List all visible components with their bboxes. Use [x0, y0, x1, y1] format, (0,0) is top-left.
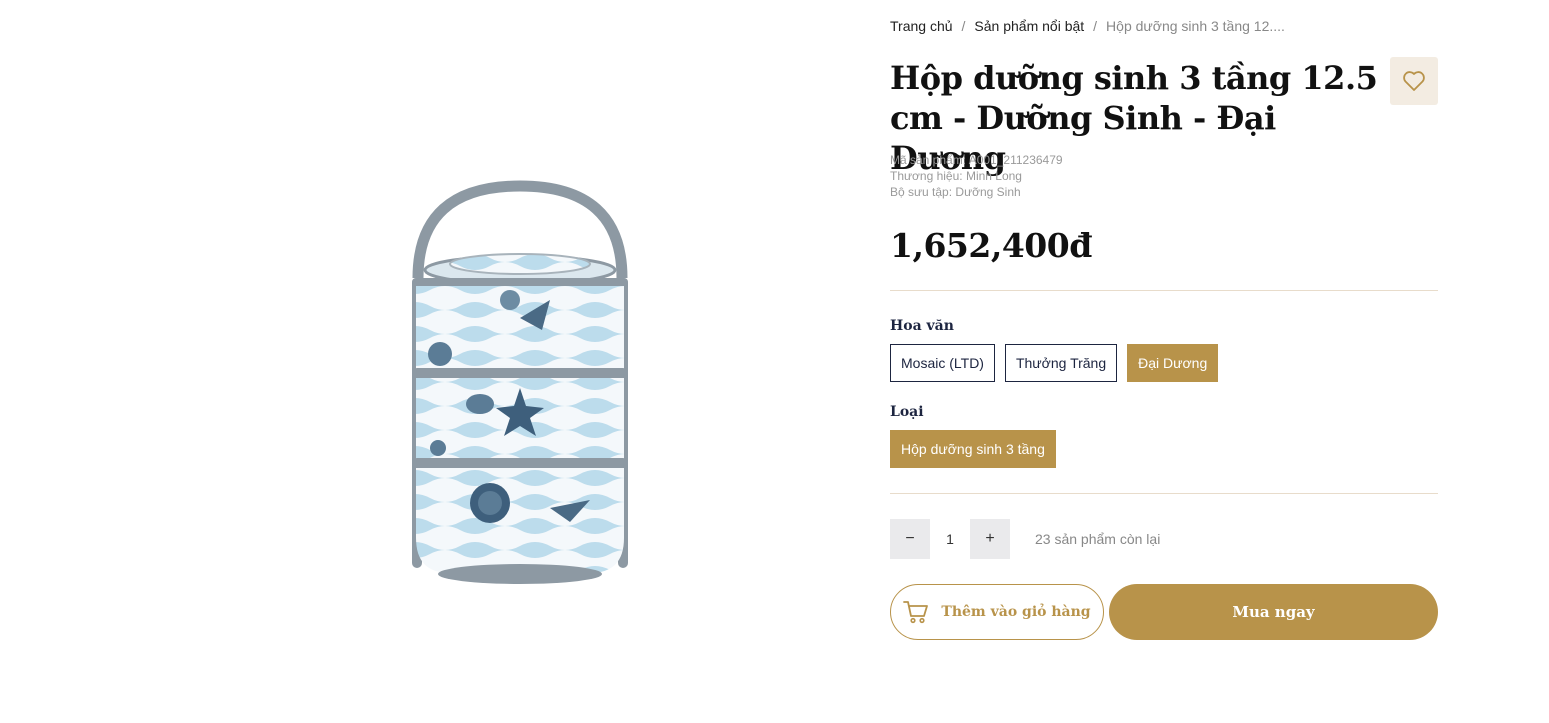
type-option-3-tier[interactable]: Hộp dưỡng sinh 3 tầng — [890, 430, 1056, 468]
divider — [890, 493, 1438, 494]
cart-icon — [903, 601, 929, 624]
product-brand: Thương hiệu: Minh Long — [890, 169, 1022, 183]
product-price: 1,652,400đ — [890, 226, 1092, 265]
heart-icon — [1403, 71, 1425, 91]
product-meta: Mã sản phẩm: A001_211236479 Thương hiệu:… — [890, 152, 1063, 200]
buy-now-button[interactable]: Mua ngay — [1109, 584, 1438, 640]
add-to-cart-label: Thêm vào giỏ hàng — [941, 604, 1091, 620]
quantity-decrease-button[interactable]: − — [890, 519, 930, 559]
breadcrumb: Trang chủ / Sản phẩm nổi bật / Hộp dưỡng… — [890, 18, 1285, 34]
stock-remaining: 23 sản phẩm còn lại — [1035, 531, 1161, 547]
breadcrumb-current: Hộp dưỡng sinh 3 tầng 12.... — [1106, 18, 1285, 34]
pattern-option-dai-duong[interactable]: Đại Dương — [1127, 344, 1219, 382]
favorite-button[interactable] — [1390, 57, 1438, 105]
type-label: Loại — [890, 404, 924, 420]
breadcrumb-separator: / — [961, 18, 966, 34]
add-to-cart-button[interactable]: Thêm vào giỏ hàng — [890, 584, 1104, 640]
pattern-option-mosaic[interactable]: Mosaic (LTD) — [890, 344, 995, 382]
type-options: Hộp dưỡng sinh 3 tầng — [890, 430, 1056, 468]
pattern-option-thuong-trang[interactable]: Thưởng Trăng — [1004, 344, 1118, 382]
product-gallery — [0, 0, 860, 723]
breadcrumb-separator: / — [1093, 18, 1098, 34]
quantity-stepper: − 1 + 23 sản phẩm còn lại — [890, 519, 1160, 559]
product-image[interactable] — [400, 178, 640, 588]
pattern-label: Hoa văn — [890, 318, 954, 334]
divider — [890, 290, 1438, 291]
breadcrumb-category[interactable]: Sản phẩm nổi bật — [974, 18, 1084, 34]
buy-now-label: Mua ngay — [1232, 603, 1315, 621]
pattern-options: Mosaic (LTD) Thưởng Trăng Đại Dương — [890, 344, 1219, 382]
breadcrumb-home[interactable]: Trang chủ — [890, 18, 953, 34]
product-sku: Mã sản phẩm: A001_211236479 — [890, 153, 1063, 167]
quantity-increase-button[interactable]: + — [970, 519, 1010, 559]
product-collection: Bộ sưu tập: Dưỡng Sinh — [890, 185, 1021, 199]
quantity-value[interactable]: 1 — [930, 531, 970, 547]
